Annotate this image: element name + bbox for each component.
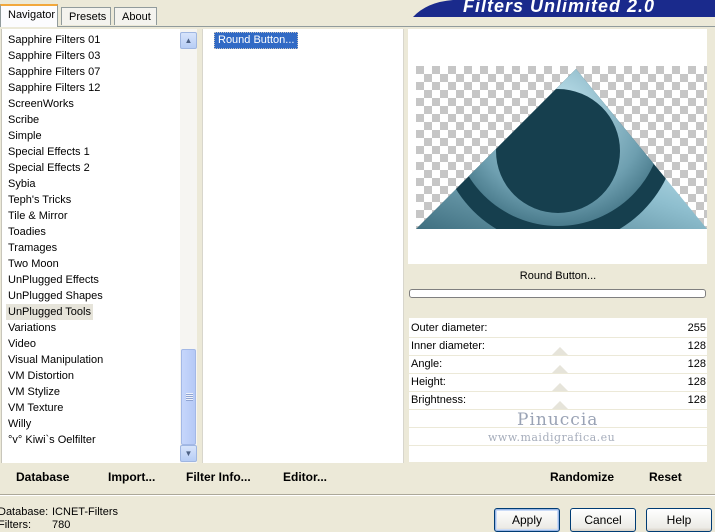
category-item[interactable]: Sapphire Filters 01 xyxy=(8,32,100,48)
slider-outer-diameter[interactable]: Outer diameter: 255 xyxy=(409,320,707,338)
filter-info-button[interactable]: Filter Info... xyxy=(186,470,251,484)
slider-handle-icon[interactable] xyxy=(552,383,568,391)
status-database-value: ICNET-Filters xyxy=(52,506,118,518)
tab-navigator[interactable]: Navigator xyxy=(0,4,58,27)
slider-value: 128 xyxy=(687,358,706,370)
category-item[interactable]: VM Texture xyxy=(8,400,63,416)
category-item[interactable]: Sybia xyxy=(8,176,36,192)
app-banner: Filters Unlimited 2.0 xyxy=(413,0,715,17)
category-item[interactable]: °v° Kiwi`s Oelfilter xyxy=(8,432,96,448)
progress-bar xyxy=(409,289,706,298)
category-item[interactable]: Special Effects 2 xyxy=(8,160,90,176)
status-filters-label: Filters: xyxy=(0,519,31,531)
help-button[interactable]: Help xyxy=(646,508,712,532)
status-database-label: Database: xyxy=(0,506,49,518)
slider-value: 128 xyxy=(687,394,706,406)
tab-strip-line xyxy=(0,26,715,27)
slider-label: Outer diameter: xyxy=(411,322,488,334)
slider-handle-icon[interactable] xyxy=(552,347,568,355)
category-item[interactable]: Special Effects 1 xyxy=(8,144,90,160)
slider-value: 128 xyxy=(687,376,706,388)
scroll-down-button[interactable]: ▼ xyxy=(180,445,197,462)
slider-handle-icon[interactable] xyxy=(552,365,568,373)
editor-button[interactable]: Editor... xyxy=(283,470,327,484)
watermark-name: Pinuccia xyxy=(517,410,599,430)
divider xyxy=(0,494,715,496)
scroll-up-button[interactable]: ▲ xyxy=(180,32,197,49)
slider-height[interactable]: Height: 128 xyxy=(409,374,707,392)
status-filters-value: 780 xyxy=(52,519,71,531)
category-scrollbar[interactable]: ▲ ▼ xyxy=(180,29,197,463)
preview-image xyxy=(416,66,707,229)
filter-toolbar: Database Import... Filter Info... Editor… xyxy=(0,464,715,492)
randomize-button[interactable]: Randomize xyxy=(550,470,614,484)
status-filters: Filters: 780 xyxy=(0,519,70,531)
slider-angle[interactable]: Angle: 128 xyxy=(409,356,707,374)
slider-value: 128 xyxy=(687,340,706,352)
category-item[interactable]: Sapphire Filters 12 xyxy=(8,80,100,96)
category-item[interactable]: VM Distortion xyxy=(8,368,74,384)
category-item[interactable]: UnPlugged Tools xyxy=(6,304,93,320)
slider-brightness[interactable]: Brightness: 128 xyxy=(409,392,707,410)
category-item[interactable]: Sapphire Filters 07 xyxy=(8,64,100,80)
category-item[interactable]: UnPlugged Shapes xyxy=(8,288,103,304)
slider-empty xyxy=(409,446,707,464)
slider-label: Brightness: xyxy=(411,394,467,406)
category-item[interactable]: Simple xyxy=(8,128,42,144)
slider-handle-icon[interactable] xyxy=(552,401,568,409)
slider-inner-diameter[interactable]: Inner diameter: 128 xyxy=(409,338,707,356)
category-item[interactable]: Tile & Mirror xyxy=(8,208,67,224)
import-button[interactable]: Import... xyxy=(108,470,155,484)
scroll-grip-icon xyxy=(186,393,193,401)
category-item[interactable]: Sapphire Filters 03 xyxy=(8,48,100,64)
category-item[interactable]: UnPlugged Effects xyxy=(8,272,99,288)
category-item[interactable]: Visual Manipulation xyxy=(8,352,103,368)
filter-item-round-button[interactable]: Round Button... xyxy=(214,32,299,49)
filter-title: Round Button... xyxy=(409,265,707,288)
slider-label: Angle: xyxy=(411,358,443,370)
category-item[interactable]: Variations xyxy=(8,320,56,336)
category-item[interactable]: Tramages xyxy=(8,240,57,256)
reset-button[interactable]: Reset xyxy=(649,470,682,484)
tab-about[interactable]: About xyxy=(114,7,157,25)
filter-list[interactable]: Round Button... xyxy=(202,29,404,463)
category-item[interactable]: VM Stylize xyxy=(8,384,60,400)
watermark-url: www.maidigrafica.eu xyxy=(488,431,616,444)
category-item[interactable]: Scribe xyxy=(8,112,39,128)
cancel-button[interactable]: Cancel xyxy=(570,508,636,532)
tab-presets[interactable]: Presets xyxy=(61,7,111,25)
banner-title: Filters Unlimited 2.0 xyxy=(463,0,656,16)
apply-button[interactable]: Apply xyxy=(494,508,560,532)
category-list[interactable]: Sapphire Filters 01 Sapphire Filters 03 Sa… xyxy=(1,29,182,463)
slider-value: 255 xyxy=(687,322,706,334)
database-button[interactable]: Database xyxy=(16,470,69,484)
category-item[interactable]: Two Moon xyxy=(8,256,59,272)
slider-label: Height: xyxy=(411,376,446,388)
slider-label: Inner diameter: xyxy=(411,340,485,352)
category-item[interactable]: Video xyxy=(8,336,36,352)
category-item[interactable]: ScreenWorks xyxy=(8,96,74,112)
status-database: Database: ICNET-Filters xyxy=(0,506,118,518)
category-item[interactable]: Toadies xyxy=(8,224,46,240)
scroll-thumb[interactable] xyxy=(181,349,196,445)
category-item[interactable]: Teph's Tricks xyxy=(8,192,71,208)
category-item[interactable]: Willy xyxy=(8,416,31,432)
